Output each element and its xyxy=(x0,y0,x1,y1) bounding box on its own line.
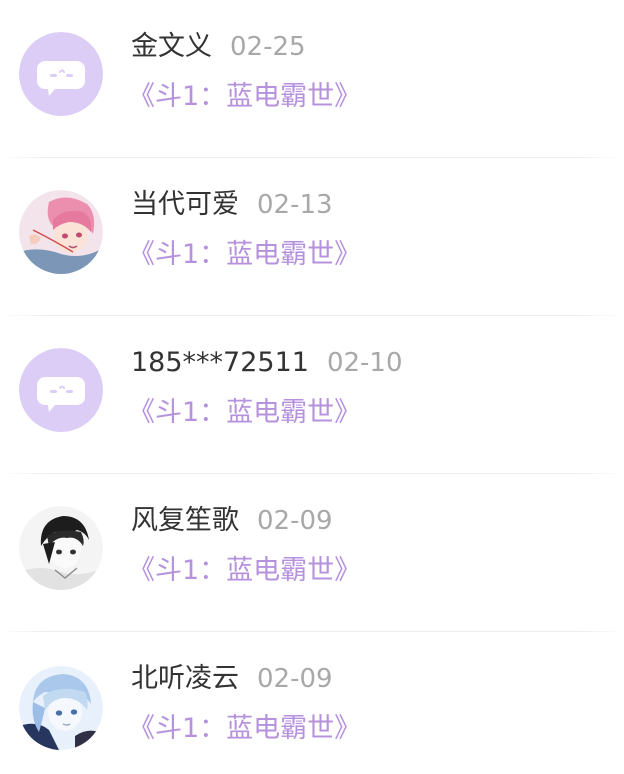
avatar[interactable] xyxy=(19,190,103,274)
avatar[interactable] xyxy=(19,506,103,590)
avatar[interactable] xyxy=(19,666,103,750)
list-item[interactable]: 当代可爱 02-13 《斗1：蓝电霸世》 xyxy=(0,158,624,316)
user-name-row: 风复笙歌 02-09 xyxy=(131,504,333,538)
avatar[interactable] xyxy=(19,348,103,432)
user-name: 当代可爱 xyxy=(131,189,239,220)
list-item[interactable]: 金文义 02-25 《斗1：蓝电霸世》 xyxy=(0,0,624,158)
user-name: 金文义 xyxy=(131,31,212,62)
work-title-link[interactable]: 《斗1：蓝电霸世》 xyxy=(128,554,361,588)
work-title-link[interactable]: 《斗1：蓝电霸世》 xyxy=(128,238,361,272)
comment-date: 02-09 xyxy=(257,506,333,536)
work-title-link[interactable]: 《斗1：蓝电霸世》 xyxy=(128,80,361,114)
user-name: 风复笙歌 xyxy=(131,505,239,536)
user-name: 185***72511 xyxy=(131,347,309,378)
comment-date: 02-10 xyxy=(326,348,403,378)
work-title-link[interactable]: 《斗1：蓝电霸世》 xyxy=(128,396,361,430)
comment-date: 02-09 xyxy=(257,664,333,694)
anime-blue-hair-avatar-icon xyxy=(19,666,103,750)
list-item[interactable]: 北听凌云 02-09 《斗1：蓝电霸世》 xyxy=(0,632,624,774)
avatar[interactable] xyxy=(19,32,103,116)
work-title-link[interactable]: 《斗1：蓝电霸世》 xyxy=(128,712,361,746)
anime-pink-hair-avatar-icon xyxy=(19,190,103,274)
anime-monochrome-avatar-icon xyxy=(19,506,103,590)
comment-list: 金文义 02-25 《斗1：蓝电霸世》 当代可爱 02-13 《斗1：蓝电霸世》 xyxy=(0,0,624,774)
user-name-row: 185***72511 02-10 xyxy=(131,346,403,380)
user-name-row: 当代可爱 02-13 xyxy=(131,188,333,222)
comment-date: 02-13 xyxy=(257,190,333,220)
default-chat-avatar-icon xyxy=(19,32,103,116)
default-chat-avatar-icon xyxy=(19,348,103,432)
user-name: 北听凌云 xyxy=(131,663,239,694)
user-name-row: 金文义 02-25 xyxy=(131,30,306,64)
list-item[interactable]: 185***72511 02-10 《斗1：蓝电霸世》 xyxy=(0,316,624,474)
user-name-row: 北听凌云 02-09 xyxy=(131,662,333,696)
list-item[interactable]: 风复笙歌 02-09 《斗1：蓝电霸世》 xyxy=(0,474,624,632)
comment-date: 02-25 xyxy=(230,32,306,62)
